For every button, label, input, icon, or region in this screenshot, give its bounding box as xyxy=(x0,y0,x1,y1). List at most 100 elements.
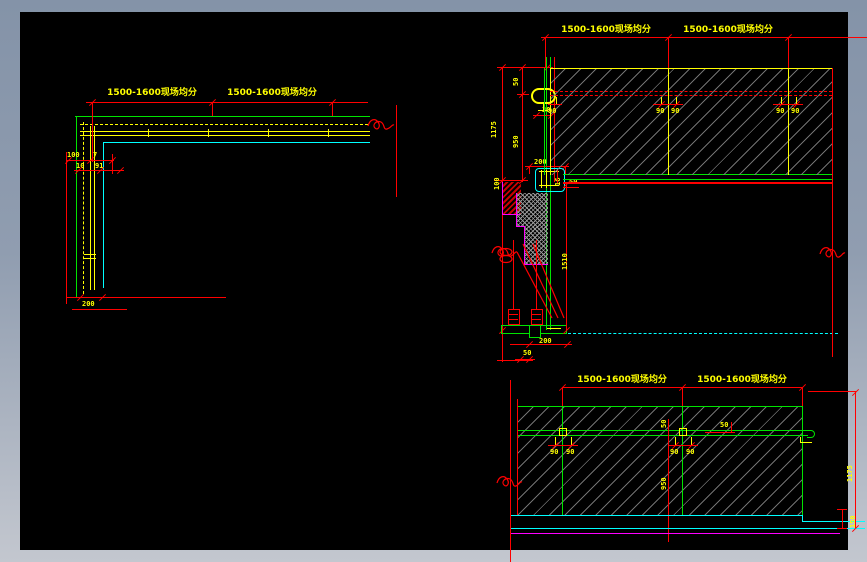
dimension-label: 50 xyxy=(523,349,532,357)
concrete-hatch xyxy=(517,193,548,227)
waterproof-line xyxy=(510,533,840,534)
anchor-bolt xyxy=(508,314,518,315)
boundary-line xyxy=(832,68,833,357)
dimension-line xyxy=(855,391,856,528)
panel-edge-line xyxy=(544,68,545,175)
dimension-line xyxy=(548,104,562,105)
anchor-rod xyxy=(513,240,514,310)
dimension-label: 50 xyxy=(512,77,520,86)
dimension-line xyxy=(705,432,735,433)
extension-line xyxy=(66,152,67,304)
ground-line xyxy=(497,360,533,361)
wall-outer-line xyxy=(76,116,77,298)
rail-end-bracket xyxy=(800,442,812,443)
anchor-bolt xyxy=(531,319,541,320)
mullion-line xyxy=(562,406,563,515)
dimension-label: 200 xyxy=(539,337,552,345)
panel-joint-mark xyxy=(328,129,329,137)
dimension-line xyxy=(842,509,843,528)
dimension-line xyxy=(653,104,683,105)
extension-line xyxy=(332,102,333,116)
dimension-label: 1500-1600现场均分 xyxy=(107,88,197,98)
dimension-label: 90 xyxy=(791,107,800,115)
dimension-label: 90 xyxy=(686,448,695,456)
extension-line xyxy=(545,37,546,68)
dimension-line xyxy=(510,380,511,562)
dimension-line xyxy=(668,419,669,542)
extension-line xyxy=(562,387,563,406)
wall-inner-line xyxy=(104,142,370,143)
dimension-line xyxy=(773,104,803,105)
dimension-label: 950 xyxy=(660,477,668,490)
drawing-canvas[interactable]: 1500-1600现场均分 1500-1600现场均分 100 7 10 91 … xyxy=(20,12,867,562)
dimension-line xyxy=(541,37,867,38)
ground-line xyxy=(66,297,226,298)
extension-line xyxy=(212,102,213,116)
handrail-end-cap xyxy=(807,430,815,438)
handrail-hidden-line xyxy=(550,91,832,92)
dimension-label: 50 xyxy=(660,419,668,428)
dimension-line xyxy=(522,67,523,182)
extension-line xyxy=(808,391,855,392)
dimension-label: 16 xyxy=(554,177,562,186)
dimension-label: 90 xyxy=(566,448,575,456)
extension-line xyxy=(731,422,732,432)
panel-edge-line xyxy=(550,68,551,175)
extension-line xyxy=(802,387,803,406)
base-shoe-profile xyxy=(501,333,529,334)
anchor-bolt xyxy=(508,319,518,320)
anchor-bolt xyxy=(531,314,541,315)
extension-line xyxy=(788,37,789,68)
panel-top-line xyxy=(550,68,832,69)
dimension-label: 90 xyxy=(670,448,679,456)
base-shoe-profile xyxy=(501,325,566,326)
dimension-label: 90 xyxy=(776,107,785,115)
glass-panel-hatch xyxy=(550,69,832,175)
dimension-label: 1175 xyxy=(846,465,854,482)
panel-joint-mark xyxy=(84,254,96,255)
dimension-line xyxy=(86,102,368,103)
dimension-label: 90 xyxy=(671,107,680,115)
panel-joint-mark xyxy=(84,258,96,259)
dimension-line xyxy=(837,528,847,529)
dimension-label: 1500-1600现场均分 xyxy=(561,25,651,35)
dimension-label: 90 xyxy=(656,107,665,115)
dimension-label: 1175 xyxy=(490,121,498,138)
curb-outline xyxy=(502,182,503,215)
concrete-outline xyxy=(517,226,525,227)
dimension-label: 1500-1600现场均分 xyxy=(697,375,787,385)
mullion-line xyxy=(788,68,789,175)
dimension-label: 1500-1600现场均分 xyxy=(227,88,317,98)
rail-plan-line xyxy=(563,182,832,184)
slab-edge-line xyxy=(510,515,802,516)
extension-line xyxy=(112,154,113,174)
dimension-label: 950 xyxy=(512,135,520,148)
panel-joint-mark xyxy=(268,129,269,137)
dimension-label: 1510 xyxy=(561,253,569,270)
dimension-label: 150 xyxy=(849,515,857,528)
handrail-hidden-line xyxy=(550,95,832,96)
panel-joint-mark xyxy=(208,129,209,137)
wall-centerline xyxy=(83,122,84,294)
dimension-line xyxy=(72,309,127,310)
extension-line xyxy=(517,399,518,515)
mullion-line xyxy=(682,406,683,515)
break-symbol-icon xyxy=(367,119,395,130)
panel-joint-mark xyxy=(148,129,149,137)
dimension-label: 50 xyxy=(720,421,729,429)
wall-outer-line xyxy=(75,116,370,117)
panel-top-line xyxy=(518,406,802,407)
concrete-outline xyxy=(524,227,525,265)
frame-profile-lines xyxy=(80,131,370,136)
anchor-bolt xyxy=(531,309,543,325)
floor-line xyxy=(568,333,838,334)
slab-edge-line xyxy=(510,528,865,529)
rail-end-bracket xyxy=(800,437,801,443)
dimension-line xyxy=(837,509,847,510)
mullion-line xyxy=(802,406,803,515)
frame-profile-line xyxy=(90,126,91,290)
base-shoe-profile xyxy=(547,328,561,329)
rail-connector xyxy=(559,428,567,436)
dimension-label: 90 xyxy=(550,448,559,456)
extension-line xyxy=(529,166,530,174)
